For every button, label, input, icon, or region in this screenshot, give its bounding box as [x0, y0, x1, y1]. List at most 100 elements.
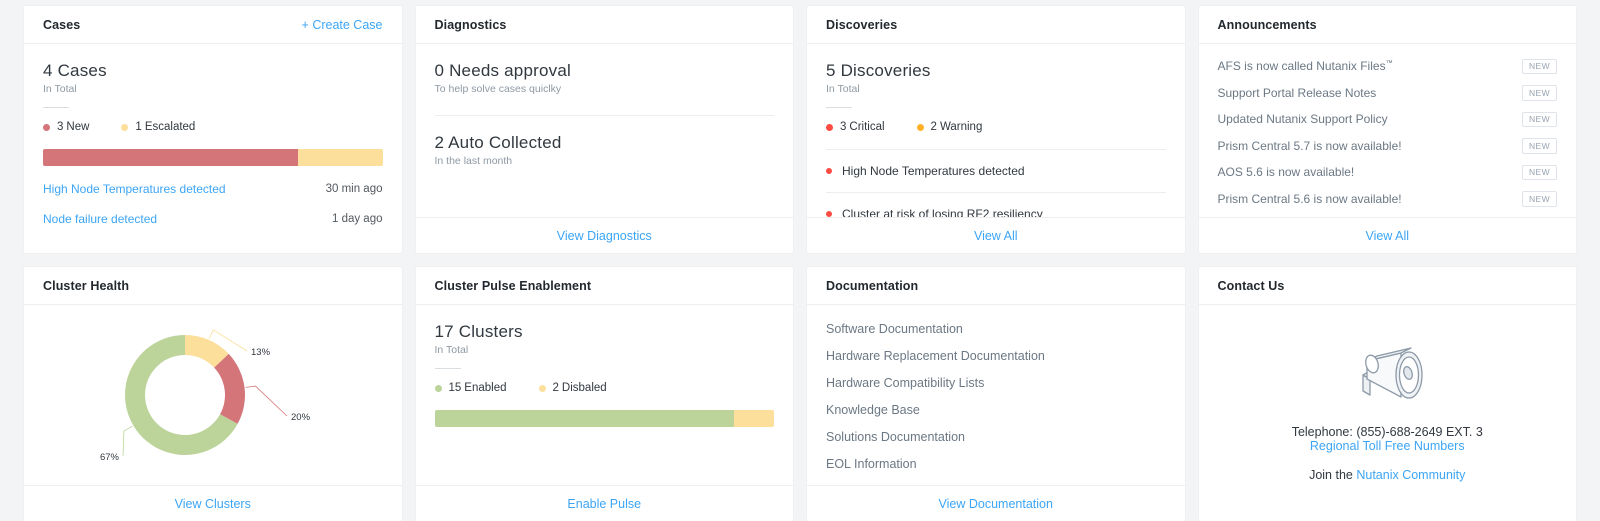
announcement-label[interactable]: AFS is now called Nutanix Files™: [1218, 59, 1393, 73]
doc-link-compatibility[interactable]: Hardware Compatibility Lists: [826, 369, 1166, 396]
cases-body: 4 Cases In Total 3 New 1 Escalated: [24, 44, 402, 253]
announcement-row[interactable]: AOS 5.6 is now available! NEW: [1218, 159, 1558, 186]
status-dot-icon: [435, 385, 442, 392]
case-row[interactable]: Node failure detected 1 day ago: [43, 212, 383, 226]
doc-link-software[interactable]: Software Documentation: [826, 315, 1166, 342]
cluster-pulse-card-header: Cluster Pulse Enablement: [416, 267, 794, 305]
donut-slice-label: 13%: [251, 347, 271, 358]
diagnostics-subtext: To help solve cases quiclky: [435, 83, 775, 95]
legend-item: 2 Warning: [917, 121, 983, 133]
diagnostics-block-approval: 0 Needs approval To help solve cases qui…: [435, 61, 775, 116]
cluster-health-title: Cluster Health: [43, 279, 129, 293]
diagnostics-title: Diagnostics: [435, 18, 507, 32]
case-time: 30 min ago: [326, 183, 383, 195]
donut-slice-label: 67%: [100, 452, 120, 463]
trademark-icon: ™: [1386, 60, 1393, 67]
case-link[interactable]: Node failure detected: [43, 212, 157, 226]
legend-value: 15: [449, 382, 462, 394]
announcements-footer: View All: [1199, 217, 1577, 253]
nutanix-community-link[interactable]: Nutanix Community: [1356, 468, 1465, 482]
legend-value: 2: [553, 382, 559, 394]
announcement-row[interactable]: Support Portal Release Notes NEW: [1218, 80, 1558, 107]
donut-leader-line: [245, 386, 286, 416]
announcement-label[interactable]: Prism Central 5.6 is now available!: [1218, 192, 1402, 206]
announcement-label[interactable]: Support Portal Release Notes: [1218, 86, 1377, 100]
cluster-pulse-legend: 15 Enabled 2 Disbaled: [435, 382, 775, 394]
case-row[interactable]: High Node Temperatures detected 30 min a…: [43, 182, 383, 196]
cases-legend: 3 New 1 Escalated: [43, 121, 383, 133]
join-community-line: Join the Nutanix Community: [1309, 468, 1465, 482]
legend-label: Enabled: [464, 382, 506, 394]
cases-title: Cases: [43, 18, 80, 32]
doc-link-hardware-replacement[interactable]: Hardware Replacement Documentation: [826, 342, 1166, 369]
contact-content: Telephone: (855)-688-2649 EXT. 3 Regiona…: [1218, 305, 1558, 521]
announcement-row[interactable]: Prism Central 5.6 is now available! NEW: [1218, 186, 1558, 213]
diagnostics-card-header: Diagnostics: [416, 6, 794, 44]
cluster-pulse-stacked-bar: [435, 410, 775, 427]
doc-link-eol[interactable]: EOL Information: [826, 450, 1166, 477]
legend-label: Disbaled: [562, 382, 607, 394]
status-badge: NEW: [1522, 165, 1557, 181]
diagnostics-subtext: In the last month: [435, 155, 775, 167]
status-dot-icon: [121, 124, 128, 131]
discoveries-title: Discoveries: [826, 18, 897, 32]
contact-body: Telephone: (855)-688-2649 EXT. 3 Regiona…: [1199, 305, 1577, 521]
diagnostics-footer: View Diagnostics: [416, 217, 794, 253]
enable-pulse-link[interactable]: Enable Pulse: [567, 497, 641, 511]
discoveries-card-header: Discoveries: [807, 6, 1185, 44]
status-badge: NEW: [1522, 112, 1557, 128]
cluster-health-donut: 13% 20% 67%: [63, 308, 363, 483]
announcement-row[interactable]: AFS is now called Nutanix Files™ NEW: [1218, 53, 1558, 80]
announcement-row[interactable]: Updated Nutanix Support Policy NEW: [1218, 106, 1558, 133]
legend-label: Critical: [849, 121, 884, 133]
contact-card: Contact Us: [1199, 267, 1577, 521]
discoveries-legend: 3 Critical 2 Warning: [826, 121, 1166, 133]
case-link[interactable]: High Node Temperatures detected: [43, 182, 226, 196]
cluster-pulse-title: Cluster Pulse Enablement: [435, 279, 592, 293]
discovery-item[interactable]: Cluster at risk of losing RF2 resiliency: [826, 192, 1166, 217]
cluster-health-card-header: Cluster Health: [24, 267, 402, 305]
discoveries-card: Discoveries 5 Discoveries In Total 3 Cri…: [807, 6, 1185, 253]
announcements-body: AFS is now called Nutanix Files™ NEW Sup…: [1199, 44, 1577, 217]
announcement-row[interactable]: Prism Central 5.7 is now available! NEW: [1218, 133, 1558, 160]
diagnostics-block-auto-collected: 2 Auto Collected In the last month: [435, 133, 775, 187]
doc-link-knowledge-base[interactable]: Knowledge Base: [826, 396, 1166, 423]
donut-leader-line: [123, 426, 132, 456]
cluster-health-card: Cluster Health 13% 20% 67% View Clusters: [24, 267, 402, 521]
discoveries-footer: View All: [807, 217, 1185, 253]
cluster-pulse-total-sub: In Total: [435, 344, 775, 356]
legend-item: 15 Enabled: [435, 382, 507, 394]
cluster-pulse-body: 17 Clusters In Total 15 Enabled 2 Disbal…: [416, 305, 794, 485]
status-dot-icon: [917, 124, 924, 131]
bar-segment-escalated: [298, 149, 383, 166]
cluster-health-footer: View Clusters: [24, 485, 402, 521]
contact-phone: Telephone: (855)-688-2649 EXT. 3: [1292, 425, 1483, 439]
documentation-body: Software Documentation Hardware Replacem…: [807, 305, 1185, 485]
announcement-label[interactable]: AOS 5.6 is now available!: [1218, 165, 1355, 179]
view-all-announcements-link[interactable]: View All: [1365, 229, 1409, 243]
discovery-label: Cluster at risk of losing RF2 resiliency: [842, 207, 1043, 217]
legend-item: 3 New: [43, 121, 89, 133]
view-all-discoveries-link[interactable]: View All: [974, 229, 1018, 243]
view-clusters-link[interactable]: View Clusters: [175, 497, 251, 511]
discovery-item[interactable]: High Node Temperatures detected: [826, 149, 1166, 192]
bar-segment-new: [43, 149, 298, 166]
legend-item: 1 Escalated: [121, 121, 195, 133]
divider: [43, 107, 69, 108]
create-case-button[interactable]: + Create Case: [302, 18, 383, 32]
status-dot-icon: [826, 124, 833, 131]
discoveries-total-sub: In Total: [826, 83, 1166, 95]
announcement-label[interactable]: Prism Central 5.7 is now available!: [1218, 139, 1402, 153]
view-documentation-link[interactable]: View Documentation: [939, 497, 1053, 511]
join-prefix: Join the: [1309, 468, 1356, 482]
donut-slice-label: 20%: [291, 412, 311, 423]
cases-total-sub: In Total: [43, 83, 383, 95]
announcement-label[interactable]: Updated Nutanix Support Policy: [1218, 112, 1388, 126]
case-time: 1 day ago: [332, 213, 383, 225]
announcements-card-header: Announcements: [1199, 6, 1577, 44]
doc-link-solutions[interactable]: Solutions Documentation: [826, 423, 1166, 450]
toll-free-numbers-link[interactable]: Regional Toll Free Numbers: [1310, 439, 1465, 453]
discoveries-body: 5 Discoveries In Total 3 Critical 2 Warn…: [807, 44, 1185, 217]
legend-item: 3 Critical: [826, 121, 885, 133]
view-diagnostics-link[interactable]: View Diagnostics: [557, 229, 652, 243]
